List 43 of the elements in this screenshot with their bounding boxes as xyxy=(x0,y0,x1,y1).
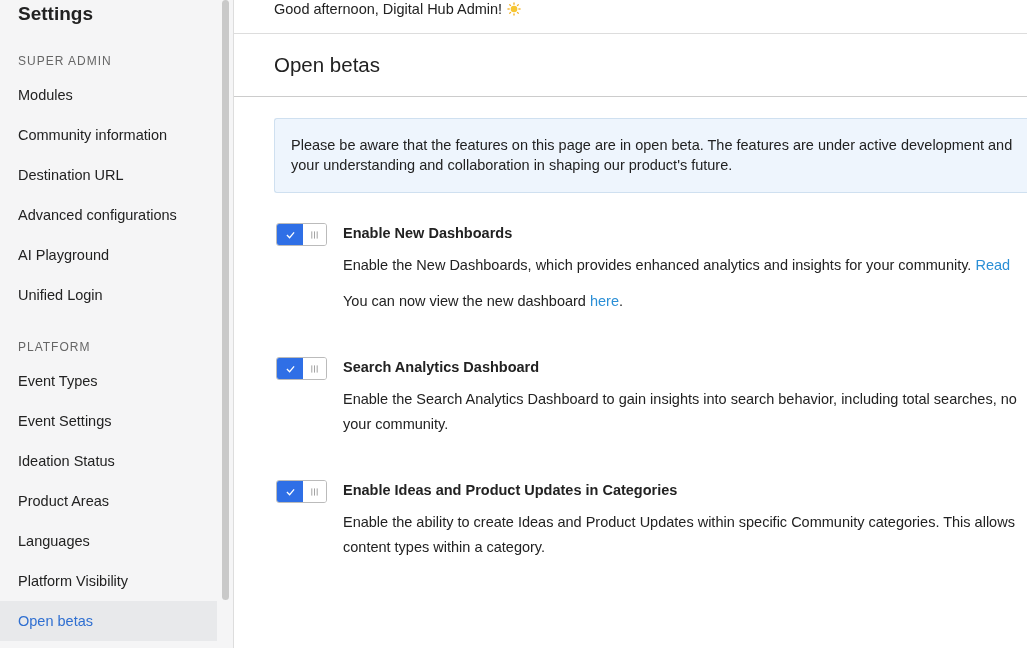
feature-description: Enable the ability to create Ideas and Product Updates within specific Community categories. This allows xyxy=(343,513,1015,532)
check-icon xyxy=(285,364,295,373)
feature-description: content types within a category. xyxy=(343,538,547,557)
sidebar-item[interactable]: Community information xyxy=(0,115,218,155)
grip-icon xyxy=(310,486,319,497)
sidebar-item[interactable]: Destination URL xyxy=(0,155,218,195)
check-icon xyxy=(285,487,295,496)
link[interactable]: here xyxy=(589,293,619,309)
grip-icon xyxy=(310,363,319,374)
feature-description: your community. xyxy=(343,415,450,434)
sidebar-item[interactable]: AI Playground xyxy=(0,235,218,275)
scrollbar-thumb[interactable] xyxy=(222,0,229,600)
feature-title: Enable Ideas and Product Updates in Categories xyxy=(343,481,679,500)
greeting: Good afternoon, Digital Hub Admin! xyxy=(274,0,503,18)
info-notice: Please be aware that the features on this page are in open beta. The features are under active development and your understanding and collaboration in shaping our product's future. xyxy=(274,118,1027,193)
page-title: Open betas xyxy=(274,53,380,77)
sidebar-item[interactable]: Modules xyxy=(0,75,218,115)
link[interactable]: Read xyxy=(975,257,1011,273)
feature-description: You can now view the new dashboard xyxy=(343,293,586,309)
section-label: SUPER ADMIN xyxy=(17,54,113,70)
sidebar-item[interactable]: Unified Login xyxy=(0,275,218,315)
sidebar-item[interactable]: Languages xyxy=(0,521,218,561)
grip-icon xyxy=(310,229,319,240)
sidebar-item[interactable]: Platform Visibility xyxy=(0,561,218,601)
sidebar-item[interactable]: Product Areas xyxy=(0,481,218,521)
toggle-switch[interactable] xyxy=(276,480,327,503)
feature-description: Enable the New Dashboards, which provides enhanced analytics and insights for your community. xyxy=(343,257,972,273)
sidebar-item[interactable]: Advanced configurations xyxy=(0,195,218,235)
punctuation: . xyxy=(619,293,623,309)
feature-title: Enable New Dashboards xyxy=(343,224,514,243)
sun-icon xyxy=(507,2,522,16)
toggle-switch[interactable] xyxy=(276,223,327,246)
sidebar-item[interactable]: Event Types xyxy=(0,361,218,401)
feature-description: Enable the Search Analytics Dashboard to gain insights into search behavior, including total searches, no xyxy=(343,390,1017,409)
sidebar-item[interactable]: Open betas xyxy=(0,601,217,641)
sidebar-item[interactable]: Ideation Status xyxy=(0,441,218,481)
toggle-switch[interactable] xyxy=(276,357,327,380)
scrollbar[interactable] xyxy=(218,0,234,648)
section-label: PLATFORM xyxy=(17,340,92,356)
sidebar-item[interactable]: Event Settings xyxy=(0,401,218,441)
sidebar-title: Settings xyxy=(17,2,94,26)
feature-title: Search Analytics Dashboard xyxy=(343,358,541,377)
check-icon xyxy=(285,230,295,239)
